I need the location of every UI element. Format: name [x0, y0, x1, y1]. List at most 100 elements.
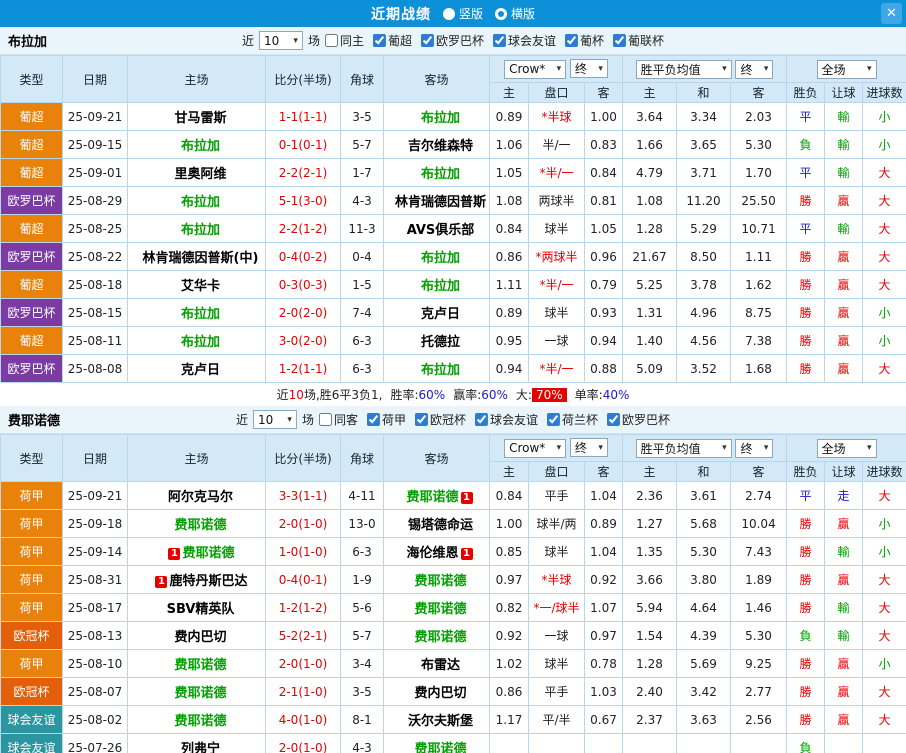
team-cell[interactable]: 布拉加	[128, 215, 266, 243]
team-cell[interactable]: 布拉加	[384, 355, 490, 383]
team-cell[interactable]: 海伦维恩1	[384, 538, 490, 566]
filter-option[interactable]: 荷兰杯	[547, 411, 598, 428]
filter-checkbox[interactable]	[421, 34, 434, 47]
team-cell[interactable]: 列弗宁	[128, 734, 266, 753]
odds-source-select[interactable]: Crow*▾	[504, 439, 566, 458]
match-score[interactable]: 5-1(3-0)	[266, 187, 341, 215]
final-avg-select[interactable]: 终▾	[735, 60, 773, 79]
team-cell[interactable]: 费耶诺德1	[384, 482, 490, 510]
team-cell[interactable]: 托德拉	[384, 327, 490, 355]
team-cell[interactable]: 费耶诺德	[128, 510, 266, 538]
filter-option[interactable]: 球会友谊	[475, 411, 538, 428]
team-cell[interactable]: 布拉加	[128, 299, 266, 327]
match-score[interactable]: 3-0(2-0)	[266, 327, 341, 355]
team-cell[interactable]: 吉尔维森特	[384, 131, 490, 159]
filter-option[interactable]: 球会友谊	[493, 32, 556, 49]
team-cell[interactable]: SBV精英队	[128, 594, 266, 622]
match-score[interactable]: 1-0(1-0)	[266, 538, 341, 566]
match-scope-select[interactable]: 全场▾	[817, 60, 877, 79]
team-cell[interactable]: 克卢日	[384, 299, 490, 327]
match-score[interactable]: 5-2(2-1)	[266, 622, 341, 650]
filter-checkbox[interactable]	[475, 413, 488, 426]
layout-radio-horizontal[interactable]: 横版	[495, 5, 535, 22]
team-cell[interactable]: 阿尔克马尔	[128, 482, 266, 510]
filter-checkbox[interactable]	[565, 34, 578, 47]
match-score[interactable]: 2-0(1-0)	[266, 510, 341, 538]
filter-option[interactable]: 欧冠杯	[415, 411, 466, 428]
filter-checkbox[interactable]	[493, 34, 506, 47]
match-score[interactable]: 0-4(0-2)	[266, 243, 341, 271]
team-cell[interactable]: 费耶诺德	[128, 650, 266, 678]
filter-checkbox[interactable]	[613, 34, 626, 47]
team-cell[interactable]: 费耶诺德	[128, 706, 266, 734]
match-score[interactable]: 2-0(2-0)	[266, 299, 341, 327]
match-score[interactable]: 0-1(0-1)	[266, 131, 341, 159]
filter-checkbox[interactable]	[547, 413, 560, 426]
wdl-average-select[interactable]: 胜平负均值▾	[636, 60, 732, 79]
team-cell[interactable]: 甘马雷斯	[128, 103, 266, 131]
match-score[interactable]: 4-0(1-0)	[266, 706, 341, 734]
team-cell[interactable]: 布拉加	[384, 159, 490, 187]
filter-checkbox[interactable]	[325, 34, 338, 47]
team-cell[interactable]: 布雷达	[384, 650, 490, 678]
filter-option[interactable]: 同主	[325, 32, 364, 49]
match-count-select[interactable]: 10▾	[253, 410, 297, 429]
filter-checkbox[interactable]	[373, 34, 386, 47]
team-cell[interactable]: 林肯瑞德因普斯	[384, 187, 490, 215]
layout-radio-vertical[interactable]: 竖版	[443, 5, 483, 22]
match-score[interactable]: 2-2(1-2)	[266, 215, 341, 243]
team-cell[interactable]: 1鹿特丹斯巴达	[128, 566, 266, 594]
final-avg-select[interactable]: 终▾	[735, 439, 773, 458]
match-score[interactable]: 2-0(1-0)	[266, 650, 341, 678]
match-score[interactable]: 1-2(1-2)	[266, 594, 341, 622]
close-icon[interactable]: ✕	[881, 3, 902, 24]
match-score[interactable]: 0-4(0-1)	[266, 566, 341, 594]
team-cell[interactable]: 布拉加	[128, 187, 266, 215]
match-score[interactable]: 0-3(0-3)	[266, 271, 341, 299]
final-odds-select[interactable]: 终▾	[570, 438, 608, 457]
wdl-average-select[interactable]: 胜平负均值▾	[636, 439, 732, 458]
team-cell[interactable]: AVS俱乐部	[384, 215, 490, 243]
match-score[interactable]: 2-2(2-1)	[266, 159, 341, 187]
match-score[interactable]: 2-0(1-0)	[266, 734, 341, 753]
match-scope-select[interactable]: 全场▾	[817, 439, 877, 458]
filter-option[interactable]: 欧罗巴杯	[607, 411, 670, 428]
team-cell[interactable]: 1费耶诺德	[128, 538, 266, 566]
filter-option[interactable]: 荷甲	[367, 411, 406, 428]
team-cell[interactable]: 布拉加	[128, 327, 266, 355]
filter-checkbox[interactable]	[319, 413, 332, 426]
match-score[interactable]: 1-1(1-1)	[266, 103, 341, 131]
team-cell[interactable]: 林肯瑞德因普斯(中)	[128, 243, 266, 271]
team-cell[interactable]: 沃尔夫斯堡	[384, 706, 490, 734]
filter-option[interactable]: 同客	[319, 411, 358, 428]
match-score[interactable]: 2-1(1-0)	[266, 678, 341, 706]
team-cell[interactable]: 里奥阿维	[128, 159, 266, 187]
match-count-select[interactable]: 10▾	[259, 31, 303, 50]
team-cell[interactable]: 艾华卡	[128, 271, 266, 299]
team-cell[interactable]: 费耶诺德	[128, 678, 266, 706]
team-cell[interactable]: 费内巴切	[384, 678, 490, 706]
team-cell[interactable]: 布拉加	[128, 131, 266, 159]
team-cell[interactable]: 费耶诺德	[384, 566, 490, 594]
team-cell[interactable]: 布拉加	[384, 271, 490, 299]
filter-checkbox[interactable]	[607, 413, 620, 426]
team-cell[interactable]: 费耶诺德	[384, 622, 490, 650]
match-score[interactable]: 1-2(1-1)	[266, 355, 341, 383]
filter-option[interactable]: 葡杯	[565, 32, 604, 49]
team-cell[interactable]: 费耶诺德	[384, 594, 490, 622]
final-odds-select[interactable]: 终▾	[570, 59, 608, 78]
filter-option[interactable]: 葡联杯	[613, 32, 664, 49]
filter-checkbox[interactable]	[367, 413, 380, 426]
filter-checkbox[interactable]	[415, 413, 428, 426]
filter-option[interactable]: 欧罗巴杯	[421, 32, 484, 49]
match-score[interactable]: 3-3(1-1)	[266, 482, 341, 510]
team-cell[interactable]: 克卢日	[128, 355, 266, 383]
team-cell[interactable]: 费内巴切	[128, 622, 266, 650]
filter-option[interactable]: 葡超	[373, 32, 412, 49]
match-date: 25-09-21	[63, 482, 128, 510]
team-cell[interactable]: 布拉加	[384, 243, 490, 271]
team-cell[interactable]: 布拉加	[384, 103, 490, 131]
odds-source-select[interactable]: Crow*▾	[504, 60, 566, 79]
team-cell[interactable]: 锡塔德命运	[384, 510, 490, 538]
team-cell[interactable]: 费耶诺德	[384, 734, 490, 753]
